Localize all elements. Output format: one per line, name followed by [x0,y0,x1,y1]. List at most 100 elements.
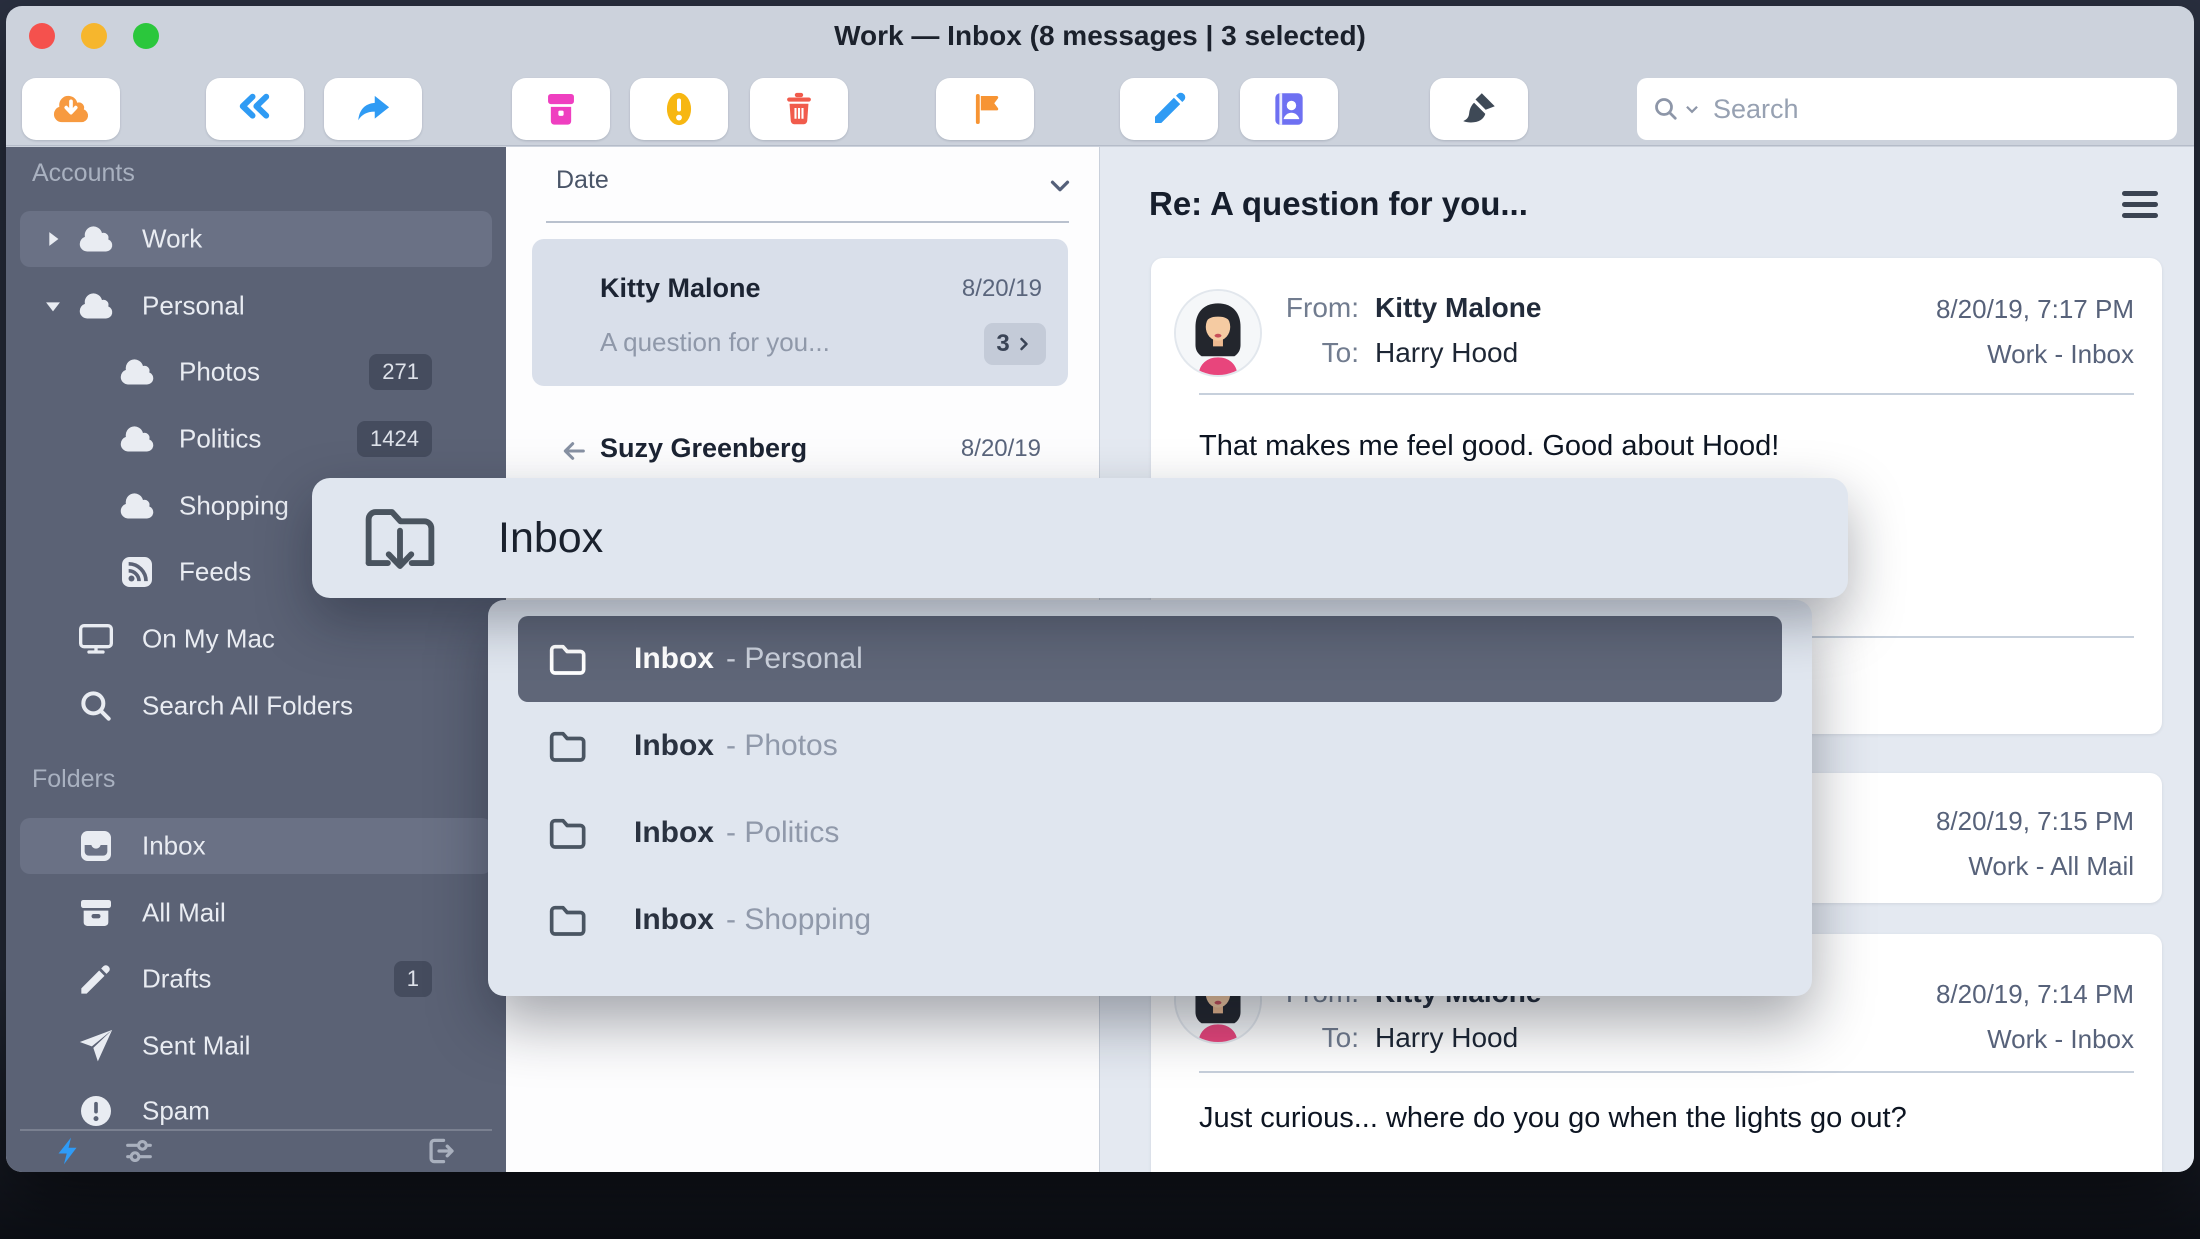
sidebar-item-label: Politics [179,423,262,454]
trash-icon [787,92,811,125]
thread-count-badge[interactable]: 3 [984,323,1046,365]
trash-button[interactable] [750,78,848,140]
sidebar-item-inbox[interactable]: Inbox [20,818,492,874]
thread-preview: A question for you... [600,327,830,357]
reply-all-button[interactable] [206,78,304,140]
sidebar-item-all-mail[interactable]: All Mail [20,885,492,941]
sort-chevron-icon[interactable] [1045,171,1075,206]
download-button[interactable] [22,78,120,140]
archive-box-icon [76,893,116,933]
forward-button[interactable] [324,78,422,140]
accounts-section-label: Accounts [32,159,135,187]
window-title: Work — Inbox (8 messages | 3 selected) [834,20,1366,51]
sidebar-item-work[interactable]: Work [20,211,492,267]
popup-query-text[interactable]: Inbox [498,514,603,563]
archive-button[interactable] [512,78,610,140]
folder-download-icon [365,509,435,569]
search-input[interactable] [1713,93,2093,125]
message-subject: Re: A question for you... [1149,185,1528,222]
sidebar-item-on-my-mac[interactable]: On My Mac [20,611,492,667]
folder-result[interactable]: Inbox - Photos [518,703,1782,789]
thread-sender: Kitty Malone [600,273,761,303]
folder-result-selected[interactable]: Inbox - Personal [518,616,1782,702]
message-datetime: 8/20/19, 7:15 PM [1935,806,2134,836]
sidebar-item-label: Spam [142,1095,210,1126]
alert-circle-icon [76,1091,116,1131]
message-datetime: 8/20/19, 7:14 PM [1935,979,2134,1009]
unread-count-badge: 1424 [357,421,432,457]
move-to-folder-popup[interactable]: Inbox [312,478,1848,598]
sidebar-item-label: Work [142,223,203,254]
to-value: Harry Hood [1375,1022,1519,1053]
cloud-icon [117,352,157,392]
message-folder: Work - All Mail [1968,851,2134,881]
sliders-icon[interactable] [122,1134,156,1168]
thread-expand-icon [1019,337,1028,351]
to-label: To: [1321,1022,1359,1053]
search-icon [1655,98,1677,120]
appearance-button[interactable] [1430,78,1528,140]
menu-icon[interactable] [2122,191,2158,218]
brush-icon [1463,93,1495,123]
folder-result-account: - Shopping [726,903,872,936]
sidebar-item-label: On My Mac [142,623,275,654]
sidebar-item-photos[interactable]: Photos 271 [20,344,492,400]
from-label: From: [1285,292,1359,323]
to-label: To: [1321,337,1359,368]
sidebar-item-label: Photos [179,356,260,387]
sidebar-item-label: Sent Mail [142,1030,251,1061]
sidebar-item-drafts[interactable]: Drafts 1 [20,951,492,1007]
search-field[interactable] [1637,78,2177,140]
message-folder: Work - Inbox [1987,1024,2134,1054]
sidebar-item-label: Drafts [142,963,212,994]
folder-results-list: Inbox - Personal Inbox - Photos Inbox - … [488,600,1812,996]
logout-icon[interactable] [424,1134,458,1168]
toolbar [6,62,2194,171]
cloud-icon [117,486,157,526]
monitor-icon [76,619,116,659]
thread-date: 8/20/19 [960,435,1041,462]
header-body-divider [1199,393,2134,395]
disclosure-collapsed-icon[interactable] [40,226,66,252]
folder-icon [549,905,586,936]
folder-result-name: Inbox [634,816,714,849]
sidebar-item-personal[interactable]: Personal [20,278,492,334]
message-datetime: 8/20/19, 7:17 PM [1935,294,2134,324]
sidebar-item-search-all-folders[interactable]: Search All Folders [20,678,492,734]
compose-button[interactable] [1120,78,1218,140]
sidebar-item-sent-mail[interactable]: Sent Mail [20,1018,492,1074]
titlebar: Work — Inbox (8 messages | 3 selected) [6,6,2194,62]
folder-result-account: - Photos [726,729,838,762]
cloud-icon [76,219,116,259]
cloud-download-icon [53,95,89,123]
sidebar-item-label: Search All Folders [142,690,353,721]
disclosure-expanded-icon[interactable] [40,293,66,319]
cloud-icon [117,419,157,459]
sidebar-divider [20,1129,492,1131]
contacts-button[interactable] [1240,78,1338,140]
sidebar-item-politics[interactable]: Politics 1424 [20,411,492,467]
folder-result[interactable]: Inbox - Shopping [518,877,1782,963]
flag-button[interactable] [936,78,1034,140]
replied-arrow-icon [558,435,590,472]
folder-icon [549,731,586,762]
report-spam-button[interactable] [630,78,728,140]
magnifier-icon [76,686,116,726]
inbox-tray-icon [76,826,116,866]
thread-item-selected[interactable]: Kitty Malone 8/20/19 A question for you.… [532,239,1068,386]
alert-icon [666,92,692,126]
forward-icon [358,95,390,121]
list-header-divider [546,221,1069,223]
message-body: Just curious... where do you go when the… [1199,1102,1907,1134]
rss-icon [117,552,157,592]
lightning-icon[interactable] [52,1134,86,1168]
folder-result[interactable]: Inbox - Politics [518,790,1782,876]
folder-result-name: Inbox [634,729,714,762]
message-body: That makes me feel good. Good about Hood… [1199,430,1780,462]
sort-by-header[interactable]: Date [556,166,609,195]
sidebar-item-label: Personal [142,290,245,321]
folder-result-name: Inbox [634,642,714,675]
search-scope-chevron-icon [1686,105,1698,114]
pencil-icon [76,959,116,999]
thread-sender: Suzy Greenberg [600,433,808,463]
